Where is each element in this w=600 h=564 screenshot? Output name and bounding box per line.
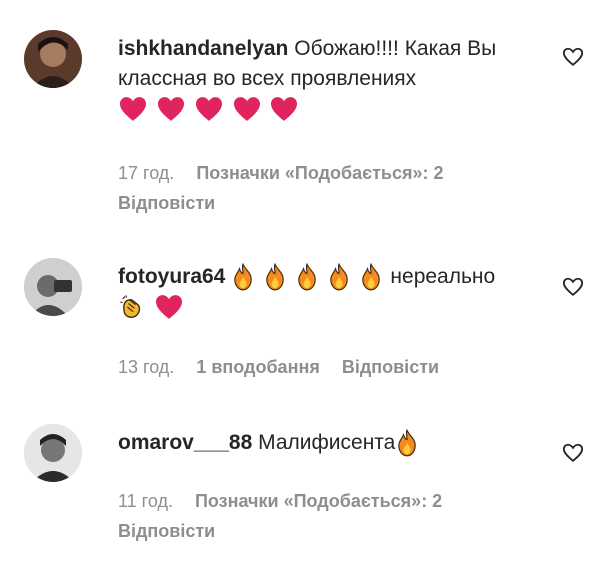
fire-emoji-icon <box>398 429 417 457</box>
reply-button[interactable]: Відповісти <box>342 357 439 377</box>
avatar[interactable] <box>24 258 82 316</box>
comment-meta: 13 год. 1 вподобання Відповісти <box>118 352 530 382</box>
red-heart-emoji-icon <box>233 97 260 122</box>
red-heart-emoji-icon <box>157 97 184 122</box>
reply-button[interactable]: Відповісти <box>118 521 215 541</box>
comment-item: fotoyura64 нереально 13 год. 1 вподобання… <box>0 200 600 390</box>
comment-meta: 11 год. Позначки «Подобається»: 2 Відпові… <box>118 486 530 546</box>
comment-text: Малифисента <box>258 431 396 454</box>
comment-time[interactable]: 17 год. <box>118 163 174 183</box>
red-heart-emoji-icon <box>155 295 182 320</box>
red-heart-emoji-icon <box>195 97 222 122</box>
comment-text: нереально <box>390 265 496 288</box>
clapping-hands-emoji-icon <box>120 295 141 319</box>
fire-emoji-icon <box>329 263 348 291</box>
comment-likes[interactable]: 1 вподобання <box>196 357 320 377</box>
comment-username[interactable]: omarov___88 <box>118 431 252 454</box>
red-heart-emoji-icon <box>271 97 298 122</box>
comment-likes[interactable]: Позначки «Подобається»: 2 <box>196 163 443 183</box>
fire-emoji-icon <box>361 263 380 291</box>
emoji-row <box>118 97 301 122</box>
comment-likes[interactable]: Позначки «Подобається»: 2 <box>195 491 442 511</box>
comment-body: omarov___88 Малифисента <box>118 428 538 458</box>
emoji-row <box>231 263 390 291</box>
heart-outline-icon[interactable] <box>562 276 584 298</box>
fire-emoji-icon <box>298 263 316 291</box>
heart-outline-icon[interactable] <box>562 46 584 68</box>
comment-time[interactable]: 11 год. <box>118 491 173 511</box>
comment-username[interactable]: fotoyura64 <box>118 265 225 288</box>
red-heart-emoji-icon <box>120 97 146 122</box>
comment-body: fotoyura64 нереально <box>118 262 538 322</box>
avatar[interactable] <box>24 30 82 88</box>
comment-item: omarov___88 Малифисента 11 год. Позначки … <box>0 390 600 564</box>
comment-username[interactable]: ishkhandanelyan <box>118 37 288 60</box>
comment-time[interactable]: 13 год. <box>118 357 174 377</box>
fire-emoji-icon <box>234 263 252 291</box>
emoji-row <box>118 295 186 320</box>
avatar[interactable] <box>24 424 82 482</box>
heart-outline-icon[interactable] <box>562 442 584 464</box>
comment-body: ishkhandanelyan Обожаю!!!! Какая Вы клас… <box>118 34 538 124</box>
fire-emoji-icon <box>266 263 284 291</box>
comment-item: ishkhandanelyan Обожаю!!!! Какая Вы клас… <box>0 0 600 213</box>
